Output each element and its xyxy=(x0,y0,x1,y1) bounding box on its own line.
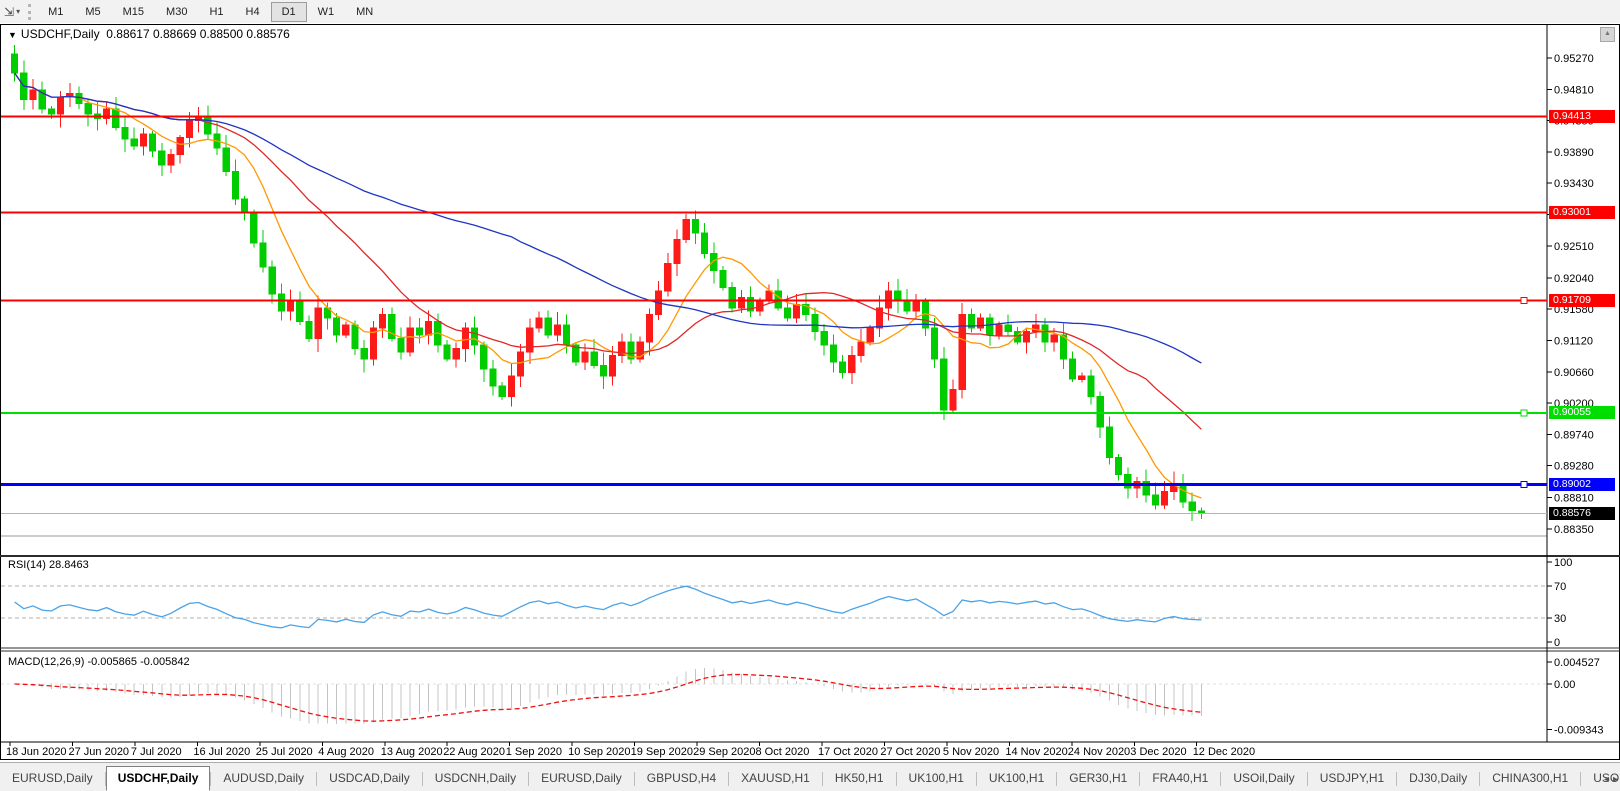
chart-tab-hk50-h1[interactable]: HK50,H1 xyxy=(823,766,896,791)
chart-tab-uk100-h1[interactable]: UK100,H1 xyxy=(977,766,1056,791)
timeframe-button-mn[interactable]: MN xyxy=(345,2,384,22)
toolbar-grip-handle[interactable] xyxy=(28,4,31,20)
svg-text:27 Oct 2020: 27 Oct 2020 xyxy=(880,746,940,758)
svg-text:0.88810: 0.88810 xyxy=(1554,493,1594,505)
svg-text:22 Aug 2020: 22 Aug 2020 xyxy=(443,746,505,758)
svg-text:27 Jun 2020: 27 Jun 2020 xyxy=(69,746,130,758)
macd-indicator-label: MACD(12,26,9) -0.005865 -0.005842 xyxy=(8,656,190,668)
svg-text:3 Dec 2020: 3 Dec 2020 xyxy=(1130,746,1186,758)
svg-text:18 Jun 2020: 18 Jun 2020 xyxy=(6,746,67,758)
svg-text:0.92510: 0.92510 xyxy=(1554,241,1594,253)
svg-text:4 Aug 2020: 4 Aug 2020 xyxy=(318,746,374,758)
chart-tab-eurusd-daily[interactable]: EURUSD,Daily xyxy=(0,766,105,791)
svg-text:17 Oct 2020: 17 Oct 2020 xyxy=(818,746,878,758)
chart-window-border xyxy=(1,25,1620,760)
svg-text:0.89280: 0.89280 xyxy=(1554,461,1594,473)
chart-tab-usdcad-daily[interactable]: USDCAD,Daily xyxy=(317,766,422,791)
chart-tab-usdcnh-daily[interactable]: USDCNH,Daily xyxy=(423,766,528,791)
timeframe-button-group: M1M5M15M30H1H4D1W1MN xyxy=(37,2,384,22)
chart-tabs: EURUSD,DailyUSDCHF,DailyAUDUSD,DailyUSDC… xyxy=(0,766,1620,791)
svg-text:10 Sep 2020: 10 Sep 2020 xyxy=(568,746,630,758)
chart-tab-gbpusd-h4[interactable]: GBPUSD,H4 xyxy=(635,766,728,791)
svg-text:0.88350: 0.88350 xyxy=(1554,524,1594,536)
chart-tab-usoil-daily[interactable]: USOil,Daily xyxy=(1221,766,1306,791)
chart-canvas: 0.952700.948100.943500.938900.934300.929… xyxy=(0,0,1620,790)
tab-scroll-nav: ◂ ▸ xyxy=(1604,774,1618,785)
svg-text:24 Nov 2020: 24 Nov 2020 xyxy=(1068,746,1130,758)
svg-text:0.93430: 0.93430 xyxy=(1554,178,1594,190)
tab-scroll-next-icon[interactable]: ▸ xyxy=(1613,774,1618,785)
timeframe-button-m30[interactable]: M30 xyxy=(155,2,198,22)
chart-tab-uk100-h1[interactable]: UK100,H1 xyxy=(897,766,976,791)
svg-text:13 Aug 2020: 13 Aug 2020 xyxy=(381,746,443,758)
price-label-0.93001: 0.93001 xyxy=(1549,206,1615,219)
line-drag-handle[interactable] xyxy=(1521,410,1527,416)
chart-tab-fra40-h1[interactable]: FRA40,H1 xyxy=(1140,766,1220,791)
line-drag-handle[interactable] xyxy=(1521,482,1527,488)
chart-tab-bar: EURUSD,DailyUSDCHF,DailyAUDUSD,DailyUSDC… xyxy=(0,762,1620,791)
timeframe-button-m15[interactable]: M15 xyxy=(112,2,155,22)
cursor-tool-icon[interactable]: ⇲ xyxy=(0,5,16,19)
svg-text:5 Nov 2020: 5 Nov 2020 xyxy=(943,746,999,758)
svg-text:29 Sep 2020: 29 Sep 2020 xyxy=(693,746,755,758)
svg-text:8 Oct 2020: 8 Oct 2020 xyxy=(756,746,810,758)
current-price-label: 0.88576 xyxy=(1549,507,1615,520)
chart-scroll-up-button[interactable]: ▲ xyxy=(1600,27,1615,42)
chart-tab-china300-h1[interactable]: CHINA300,H1 xyxy=(1480,766,1580,791)
tab-scroll-prev-icon[interactable]: ◂ xyxy=(1604,774,1609,785)
price-label-0.91709: 0.91709 xyxy=(1549,294,1615,307)
svg-text:100: 100 xyxy=(1554,557,1572,569)
chart-tab-usdjpy-h1[interactable]: USDJPY,H1 xyxy=(1308,766,1396,791)
svg-text:0.89740: 0.89740 xyxy=(1554,429,1594,441)
line-drag-handle[interactable] xyxy=(1521,297,1527,303)
svg-text:0.004527: 0.004527 xyxy=(1554,657,1600,669)
svg-text:0.91120: 0.91120 xyxy=(1554,336,1593,348)
toolbar: ⇲ ▾ M1M5M15M30H1H4D1W1MN xyxy=(0,0,1620,24)
timeframe-button-w1[interactable]: W1 xyxy=(307,2,346,22)
svg-text:16 Jul 2020: 16 Jul 2020 xyxy=(193,746,250,758)
chart-symbol-label: USDCHF,Daily xyxy=(21,27,100,41)
svg-text:0.92040: 0.92040 xyxy=(1554,273,1594,285)
svg-text:0.93890: 0.93890 xyxy=(1554,147,1594,159)
svg-text:30: 30 xyxy=(1554,613,1566,625)
rsi-indicator-label: RSI(14) 28.8463 xyxy=(8,559,89,571)
chart-tab-ger30-h1[interactable]: GER30,H1 xyxy=(1057,766,1139,791)
chart-tab-audusd-daily[interactable]: AUDUSD,Daily xyxy=(211,766,316,791)
svg-text:0.94810: 0.94810 xyxy=(1554,84,1594,96)
svg-text:0.00: 0.00 xyxy=(1554,679,1575,691)
svg-text:7 Jul 2020: 7 Jul 2020 xyxy=(131,746,182,758)
price-label-0.94413: 0.94413 xyxy=(1549,110,1615,123)
timeframe-button-h1[interactable]: H1 xyxy=(198,2,234,22)
svg-text:70: 70 xyxy=(1554,581,1566,593)
title-triangle-icon[interactable]: ▼ xyxy=(8,30,17,40)
price-label-0.90055: 0.90055 xyxy=(1549,406,1615,419)
timeframe-button-d1[interactable]: D1 xyxy=(271,2,307,22)
chart-tab-eurusd-daily[interactable]: EURUSD,Daily xyxy=(529,766,634,791)
svg-text:0.95270: 0.95270 xyxy=(1554,53,1594,65)
price-label-0.89002: 0.89002 xyxy=(1549,478,1615,491)
svg-text:-0.009343: -0.009343 xyxy=(1554,724,1604,736)
timeframe-button-m5[interactable]: M5 xyxy=(74,2,111,22)
svg-text:12 Dec 2020: 12 Dec 2020 xyxy=(1193,746,1255,758)
svg-text:14 Nov 2020: 14 Nov 2020 xyxy=(1005,746,1067,758)
timeframe-button-h4[interactable]: H4 xyxy=(235,2,271,22)
chart-ohlc-values: 0.88617 0.88669 0.88500 0.88576 xyxy=(106,27,290,41)
svg-text:1 Sep 2020: 1 Sep 2020 xyxy=(506,746,562,758)
svg-text:25 Jul 2020: 25 Jul 2020 xyxy=(256,746,313,758)
chart-tab-usdchf-daily[interactable]: USDCHF,Daily xyxy=(106,766,211,791)
chart-tab-dj30-daily[interactable]: DJ30,Daily xyxy=(1397,766,1479,791)
timeframe-button-m1[interactable]: M1 xyxy=(37,2,74,22)
svg-text:0: 0 xyxy=(1554,637,1560,649)
svg-text:0.90660: 0.90660 xyxy=(1554,367,1594,379)
cursor-tool-dropdown-icon[interactable]: ▾ xyxy=(16,7,24,16)
chart-title: ▼ USDCHF,Daily 0.88617 0.88669 0.88500 0.… xyxy=(8,27,290,41)
svg-text:19 Sep 2020: 19 Sep 2020 xyxy=(631,746,693,758)
chart-tab-xauusd-h1[interactable]: XAUUSD,H1 xyxy=(729,766,822,791)
